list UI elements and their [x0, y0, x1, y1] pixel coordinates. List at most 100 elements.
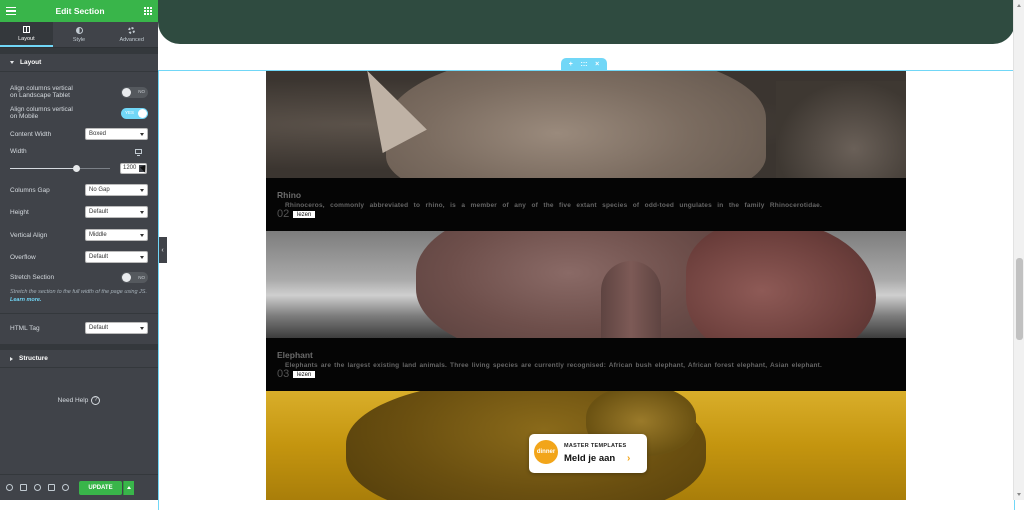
height-select[interactable]: Default	[85, 206, 148, 218]
update-button[interactable]: UPDATE	[79, 480, 122, 495]
tab-style-label: Style	[72, 36, 86, 43]
overflow-control: Overflow Default	[10, 251, 148, 263]
card-description: Rhinoceros, commonly abbreviated to rhin…	[285, 202, 822, 209]
read-more-button[interactable]: lezen	[293, 371, 316, 378]
chevron-down-icon	[140, 210, 144, 214]
tab-layout[interactable]: Layout	[0, 22, 53, 47]
html-tag-control: HTML Tag Default	[10, 322, 148, 334]
content-width-control: Content Width Boxed	[10, 128, 148, 140]
tab-style[interactable]: Style	[53, 22, 106, 47]
sidebar-header: Edit Section	[0, 0, 158, 22]
learn-more-link[interactable]: Learn more.	[10, 297, 41, 303]
overflow-label: Overflow	[10, 253, 36, 261]
columns-gap-label: Columns Gap	[10, 186, 50, 194]
card-title: Rhino	[277, 190, 302, 200]
chevron-down-icon	[140, 188, 144, 192]
chevron-right-icon: ›	[627, 453, 631, 464]
structure-section-header[interactable]: Structure	[0, 350, 158, 368]
need-help-link[interactable]: Need Help ?	[0, 396, 158, 405]
caret-up-icon	[127, 486, 131, 489]
style-icon	[75, 26, 83, 34]
vertical-align-label: Vertical Align	[10, 231, 48, 239]
navigator-layers-icon[interactable]	[20, 484, 27, 491]
stretch-section-control: Stretch Section NO	[10, 272, 148, 283]
widgets-grid-icon[interactable]	[144, 7, 152, 15]
content-width-label: Content Width	[10, 130, 52, 138]
preview-canvas: + ::: × Rhino Rhinoceros, commonly abbre…	[158, 0, 1015, 510]
question-mark-icon: ?	[91, 396, 101, 405]
panel-footer: UPDATE	[0, 474, 158, 500]
settings-icon[interactable]	[6, 484, 13, 491]
toggle-knob	[138, 108, 147, 118]
caret-right-icon	[10, 356, 13, 361]
stretch-section-note: Stretch the section to the full width of…	[10, 289, 147, 303]
move-section-handle[interactable]: :::	[580, 61, 587, 68]
gear-icon	[128, 26, 136, 34]
scrollbar-thumb[interactable]	[1016, 258, 1023, 340]
desktop-device-icon[interactable]	[135, 149, 142, 156]
promo-cta: Meld je aan	[564, 453, 616, 464]
promo-kicker: MASTER TEMPLATES	[564, 443, 627, 449]
stretch-section-label: Stretch Section	[10, 274, 55, 281]
read-more-button[interactable]: lezen	[293, 211, 316, 218]
section-handle: + ::: ×	[561, 58, 607, 70]
elephant-image	[266, 231, 906, 338]
vertical-align-select[interactable]: Middle	[85, 229, 148, 241]
width-slider[interactable]	[10, 165, 110, 172]
tab-advanced[interactable]: Advanced	[105, 22, 158, 47]
card-number: 02	[277, 208, 290, 220]
layout-section-title: Layout	[20, 59, 42, 66]
card-caption-bar: Rhino Rhinoceros, commonly abbreviated t…	[266, 178, 906, 231]
vertical-align-control: Vertical Align Middle	[10, 229, 148, 241]
history-icon[interactable]	[34, 484, 41, 491]
chevron-down-icon	[140, 326, 144, 330]
structure-section-title: Structure	[19, 355, 48, 362]
overflow-select[interactable]: Default	[85, 251, 148, 263]
width-slider-handle[interactable]	[72, 165, 80, 172]
html-tag-label: HTML Tag	[10, 324, 40, 332]
layout-icon	[22, 25, 30, 33]
scroll-up-arrow-icon[interactable]	[1017, 4, 1021, 7]
align-mobile-control: Align columns vertical on Mobile YES	[10, 106, 148, 120]
page-scrollbar[interactable]	[1013, 0, 1024, 500]
stretch-section-toggle[interactable]: NO	[121, 272, 148, 283]
card-title: Elephant	[277, 350, 313, 360]
layout-section-header[interactable]: Layout	[0, 54, 158, 72]
delete-section-button[interactable]: ×	[595, 61, 599, 68]
chevron-down-icon	[140, 132, 144, 136]
align-tablet-label: Align columns vertical on Landscape Tabl…	[10, 85, 73, 99]
card-number: 03	[277, 368, 290, 380]
align-tablet-toggle[interactable]: NO	[121, 86, 148, 98]
caret-down-icon	[10, 61, 14, 64]
animal-card-rhino: Rhino Rhinoceros, commonly abbreviated t…	[266, 71, 906, 231]
scroll-down-arrow-icon[interactable]	[1017, 493, 1021, 496]
height-control: Height Default	[10, 206, 148, 218]
card-caption-bar: Elephant Elephants are the largest exist…	[266, 338, 906, 391]
control-divider	[0, 313, 158, 314]
chevron-down-icon	[140, 233, 144, 237]
card-description: Elephants are the largest existing land …	[285, 362, 822, 369]
align-mobile-label: Align columns vertical on Mobile	[10, 106, 73, 120]
rhino-image	[266, 71, 906, 178]
preview-eye-icon[interactable]	[62, 484, 69, 491]
panel-tabs: Layout Style Advanced	[0, 22, 158, 48]
chevron-down-icon	[140, 255, 144, 259]
content-width-select[interactable]: Boxed	[85, 128, 148, 140]
dinner-logo: dinner	[534, 440, 558, 464]
width-control: Width	[10, 148, 148, 155]
add-section-button[interactable]: +	[569, 61, 573, 68]
tab-layout-label: Layout	[18, 35, 35, 42]
animal-card-elephant: Elephant Elephants are the largest exist…	[266, 231, 906, 391]
columns-gap-select[interactable]: No Gap	[85, 184, 148, 196]
responsive-mode-icon[interactable]	[48, 484, 55, 491]
panel-title: Edit Section	[55, 6, 105, 16]
tab-advanced-label: Advanced	[119, 36, 144, 43]
promo-signup-card[interactable]: dinner MASTER TEMPLATES Meld je aan ›	[529, 434, 647, 473]
columns-gap-control: Columns Gap No Gap	[10, 184, 148, 196]
update-options-button[interactable]	[123, 480, 134, 495]
hamburger-menu-icon[interactable]	[6, 7, 16, 15]
align-mobile-toggle[interactable]: YES	[121, 107, 148, 119]
html-tag-select[interactable]: Default	[85, 322, 148, 334]
align-tablet-control: Align columns vertical on Landscape Tabl…	[10, 85, 148, 99]
height-label: Height	[10, 208, 29, 216]
